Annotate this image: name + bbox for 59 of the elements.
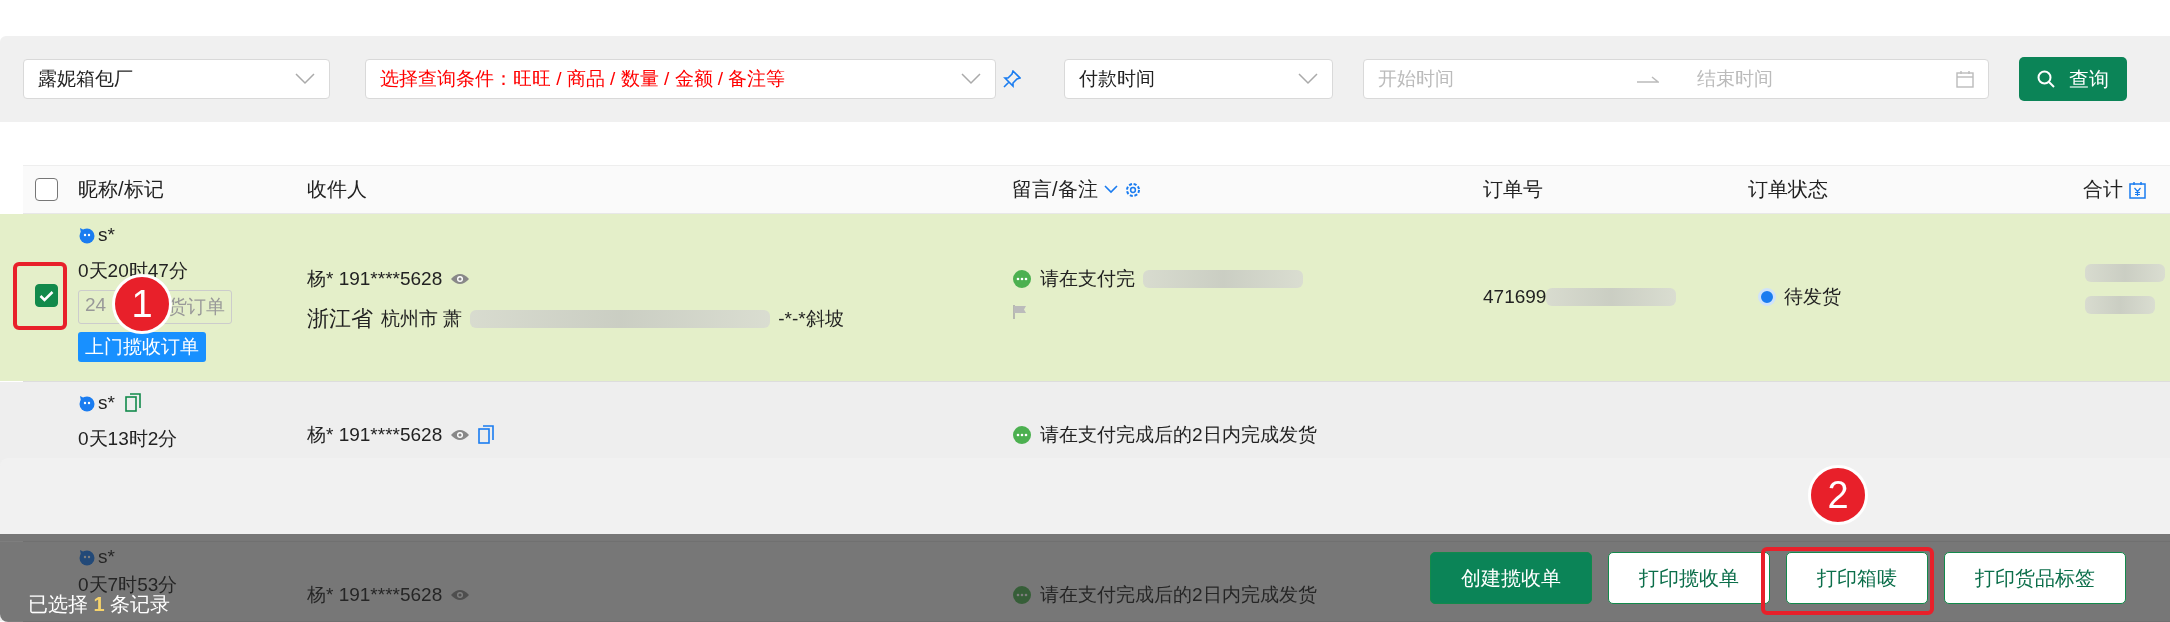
buyer-message: 请在支付完 xyxy=(1040,267,1135,291)
search-button[interactable]: 查询 xyxy=(2019,57,2127,101)
column-header: 合计 xyxy=(2083,177,2123,202)
copy-icon[interactable] xyxy=(124,393,141,413)
table-row[interactable] xyxy=(0,214,2170,381)
buyer-message: 请在支付完成后的2日内完成发货 xyxy=(1040,423,1317,447)
caret-down-icon[interactable] xyxy=(1298,73,1318,85)
copy-icon[interactable] xyxy=(478,425,495,445)
shop-select[interactable]: 露妮箱包厂 xyxy=(23,59,330,99)
recipient: 杨* 191****5628 xyxy=(307,423,443,447)
province: 浙江省 xyxy=(307,305,373,333)
nickname: s* xyxy=(98,392,115,414)
check-icon xyxy=(39,289,54,302)
column-header: 订单状态 xyxy=(1748,177,1828,202)
highlight-frame xyxy=(13,262,67,330)
checkbox[interactable] xyxy=(35,284,58,307)
query-condition-select[interactable]: 选择查询条件：旺旺 / 商品 / 数量 / 金额 / 备注等 xyxy=(365,59,996,99)
pin-icon[interactable] xyxy=(1003,70,1021,88)
blurred-text xyxy=(2085,296,2155,314)
column-header: 昵称/标记 xyxy=(78,177,164,202)
flag-icon[interactable] xyxy=(1012,304,1028,320)
print-button[interactable]: 打印揽收单 xyxy=(1608,552,1770,604)
address: -*-*斜坡 xyxy=(778,307,844,331)
settings-icon[interactable] xyxy=(1123,180,1142,199)
buyer-message: 请在支付完成后的2日内完成发货 xyxy=(1040,583,1317,607)
chat-icon[interactable] xyxy=(1012,425,1032,445)
eye-icon[interactable] xyxy=(450,428,471,442)
search-icon xyxy=(2037,70,2055,88)
caret-down-icon[interactable] xyxy=(295,73,315,85)
recipient: 杨* 191****5628 xyxy=(307,267,443,291)
chat-icon[interactable] xyxy=(1012,585,1032,605)
round-head-icon xyxy=(78,226,96,244)
order-status: 待发货 xyxy=(1784,285,1841,309)
nickname: s* xyxy=(98,224,115,246)
address: 杭州市 萧 xyxy=(381,307,463,331)
column-header[interactable]: 留言/备注 xyxy=(1012,176,1098,203)
eye-icon[interactable] xyxy=(450,588,471,602)
elapsed-time: 0天13时2分 xyxy=(78,427,178,451)
selection-count: 已选择 1 条记录 xyxy=(28,593,171,617)
column-header: 订单号 xyxy=(1483,177,1543,202)
recipient: 杨* 191****5628 xyxy=(307,583,443,607)
round-head-icon xyxy=(78,548,96,566)
calendar-icon[interactable] xyxy=(2129,180,2146,199)
order-tag: 上门揽收订单 xyxy=(78,332,206,362)
sort-caret-icon[interactable] xyxy=(1103,185,1118,194)
eye-icon[interactable] xyxy=(450,272,471,286)
create-button[interactable]: 创建揽收单 xyxy=(1430,552,1592,604)
column-header: 收件人 xyxy=(307,177,367,202)
print-button[interactable]: 打印箱唛 xyxy=(1786,552,1928,604)
time-type-select[interactable]: 付款时间 xyxy=(1064,59,1333,99)
chat-icon[interactable] xyxy=(1012,269,1032,289)
elapsed-time: 0天7时53分 xyxy=(78,573,178,595)
caret-down-icon[interactable] xyxy=(961,73,981,85)
order-number: 471699 xyxy=(1483,286,1547,308)
round-head-icon xyxy=(78,394,96,412)
nickname: s* xyxy=(98,546,115,568)
print-button[interactable]: 打印货品标签 xyxy=(1944,552,2126,604)
calendar-icon[interactable] xyxy=(1956,70,1974,88)
checkbox[interactable] xyxy=(35,178,58,201)
